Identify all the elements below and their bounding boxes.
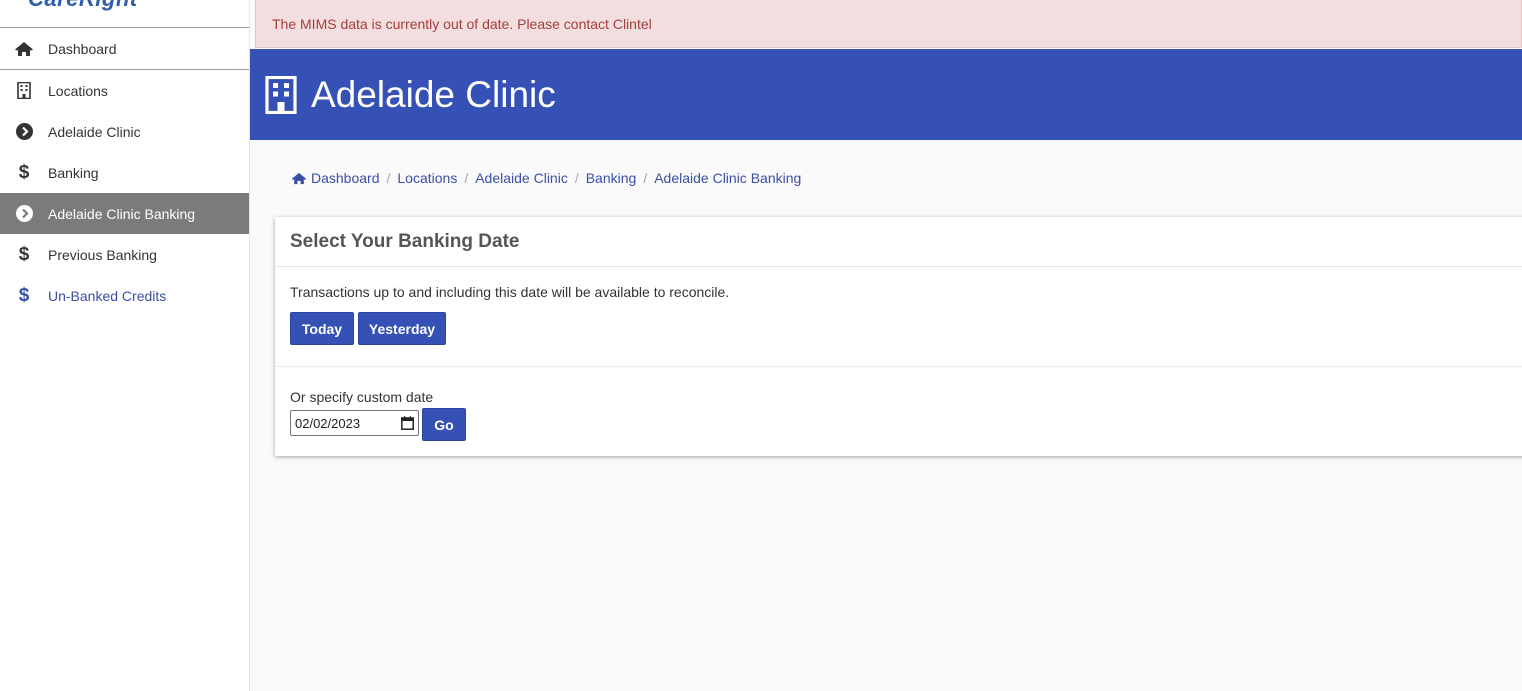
sidebar-item-banking[interactable]: $ Banking: [0, 152, 249, 193]
card-divider: [275, 366, 1522, 367]
custom-date-label: Or specify custom date: [290, 389, 434, 405]
dollar-icon: $: [18, 284, 30, 306]
chevron-circle-right-icon: [0, 123, 48, 140]
page-title: Adelaide Clinic: [311, 73, 556, 115]
page-header: Adelaide Clinic: [250, 49, 1522, 140]
sidebar-item-label: Adelaide Clinic: [48, 123, 141, 140]
breadcrumb: Dashboard / Locations / Adelaide Clinic …: [291, 170, 801, 186]
sidebar-item-label: Dashboard: [48, 40, 117, 57]
breadcrumb-banking[interactable]: Banking: [586, 170, 637, 186]
sidebar: CareRight Dashboard Locations: [0, 0, 250, 691]
alert-banner: The MIMS data is currently out of date. …: [255, 0, 1522, 48]
today-button[interactable]: Today: [290, 312, 354, 345]
sidebar-item-locations[interactable]: Locations: [0, 70, 249, 111]
sidebar-item-label: Adelaide Clinic Banking: [48, 205, 196, 222]
go-button[interactable]: Go: [422, 408, 466, 441]
breadcrumb-separator: /: [574, 170, 579, 186]
sidebar-item-dashboard[interactable]: Dashboard: [0, 28, 249, 70]
sidebar-nav: Dashboard Locations Adelaide Clinic $ Ba…: [0, 28, 249, 316]
sidebar-item-adelaide-clinic[interactable]: Adelaide Clinic: [0, 111, 249, 152]
sidebar-item-label: Banking: [48, 164, 99, 181]
breadcrumb-separator: /: [386, 170, 391, 186]
breadcrumb-separator: /: [643, 170, 648, 186]
breadcrumb-dashboard[interactable]: Dashboard: [311, 170, 380, 186]
breadcrumb-adelaide-clinic-banking[interactable]: Adelaide Clinic Banking: [654, 170, 801, 186]
sidebar-item-label: Previous Banking: [48, 246, 157, 263]
app-logo[interactable]: CareRight: [28, 0, 138, 12]
breadcrumb-locations[interactable]: Locations: [397, 170, 457, 186]
banking-date-card: Select Your Banking Date Transactions up…: [275, 217, 1522, 456]
dollar-icon: $: [18, 161, 30, 183]
card-description: Transactions up to and including this da…: [290, 284, 730, 300]
yesterday-button[interactable]: Yesterday: [358, 312, 446, 345]
alert-text: The MIMS data is currently out of date. …: [272, 15, 652, 32]
sidebar-item-un-banked-credits[interactable]: $ Un-Banked Credits: [0, 275, 249, 316]
sidebar-item-adelaide-clinic-banking[interactable]: Adelaide Clinic Banking: [0, 193, 249, 234]
dollar-icon: $: [18, 243, 30, 265]
building-icon: [0, 82, 48, 99]
breadcrumb-adelaide-clinic[interactable]: Adelaide Clinic: [475, 170, 568, 186]
home-icon[interactable]: [291, 172, 307, 185]
breadcrumb-separator: /: [464, 170, 469, 186]
sidebar-item-label: Un-Banked Credits: [48, 287, 167, 304]
card-title: Select Your Banking Date: [275, 217, 1522, 267]
sidebar-item-previous-banking[interactable]: $ Previous Banking: [0, 234, 249, 275]
date-value: 02/02/2023: [295, 415, 361, 431]
custom-date-input[interactable]: 02/02/2023: [290, 410, 419, 436]
building-icon: [265, 75, 297, 114]
chevron-circle-right-icon: [0, 205, 48, 222]
home-icon: [0, 41, 48, 57]
sidebar-item-label: Locations: [48, 82, 108, 99]
calendar-icon[interactable]: [401, 416, 414, 430]
